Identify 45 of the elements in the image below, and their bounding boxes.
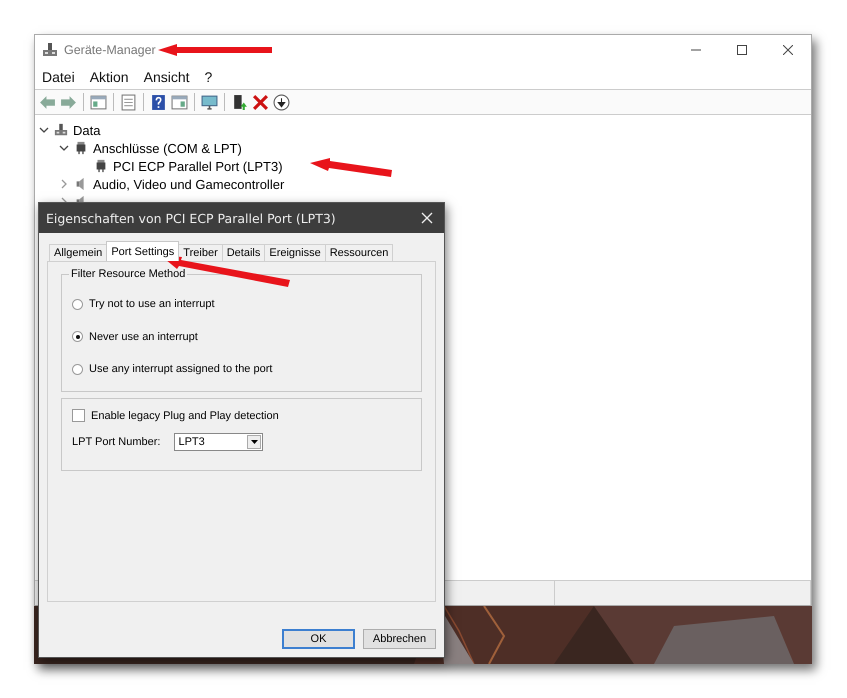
radio-button[interactable]: [72, 331, 83, 342]
field-label: LPT Port Number:: [72, 436, 160, 448]
maximize-icon[interactable]: [737, 45, 747, 55]
menu-item[interactable]: Aktion: [88, 69, 130, 85]
menu-item[interactable]: Datei: [41, 69, 76, 85]
tree-item[interactable]: Anschlüsse (COM & LPT): [93, 140, 242, 156]
download-icon[interactable]: [273, 94, 290, 110]
tab[interactable]: Ereignisse: [264, 244, 326, 261]
tab[interactable]: Ressourcen: [324, 244, 394, 261]
radio-button[interactable]: [72, 364, 83, 375]
chevron-right-icon[interactable]: [59, 179, 69, 189]
tab[interactable]: Allgemein: [49, 244, 108, 261]
menu-item[interactable]: ?: [204, 69, 214, 85]
monitor-icon[interactable]: [201, 94, 218, 110]
tree-item[interactable]: PCI ECP Parallel Port (LPT3): [113, 158, 283, 174]
chevron-down-icon[interactable]: [59, 143, 69, 153]
radio-label[interactable]: Try not to use an interrupt: [89, 298, 215, 310]
add-driver-icon[interactable]: [231, 94, 248, 110]
port-icon: [94, 159, 108, 173]
radio-label[interactable]: Use any interrupt assigned to the port: [89, 363, 272, 376]
computer-icon: [54, 123, 68, 137]
port-icon: [74, 141, 88, 155]
delete-icon[interactable]: [252, 94, 269, 110]
tree-item[interactable]: Audio, Video und Gamecontroller: [93, 176, 284, 192]
checkbox-label[interactable]: Enable legacy Plug and Play detection: [91, 410, 279, 422]
tab[interactable]: Port Settings: [106, 241, 180, 261]
group-title: Filter Resource Method: [70, 268, 186, 280]
checkbox[interactable]: [72, 409, 85, 422]
menu-item[interactable]: Ansicht: [142, 69, 191, 85]
caret-icon[interactable]: [250, 440, 258, 444]
window-title: Geräte-Manager: [64, 43, 156, 57]
chevron-down-icon[interactable]: [39, 125, 49, 135]
properties-icon[interactable]: [120, 94, 137, 110]
help-icon[interactable]: [150, 94, 167, 110]
dialog-title: Eigenschaften von PCI ECP Parallel Port (LPT3): [46, 210, 337, 226]
device-manager-icon: [42, 42, 58, 58]
tree-item[interactable]: Data: [73, 122, 100, 138]
close-icon[interactable]: [783, 45, 793, 55]
console-tree-icon[interactable]: [90, 94, 107, 110]
cancel-button[interactable]: Abbrechen: [363, 629, 436, 649]
port-number-dropdown[interactable]: LPT3: [174, 433, 264, 451]
radio-button[interactable]: [72, 298, 83, 310]
action-pane-icon[interactable]: [171, 94, 188, 110]
ok-button[interactable]: OK: [282, 629, 355, 649]
radio-label[interactable]: Never use an interrupt: [89, 330, 198, 343]
